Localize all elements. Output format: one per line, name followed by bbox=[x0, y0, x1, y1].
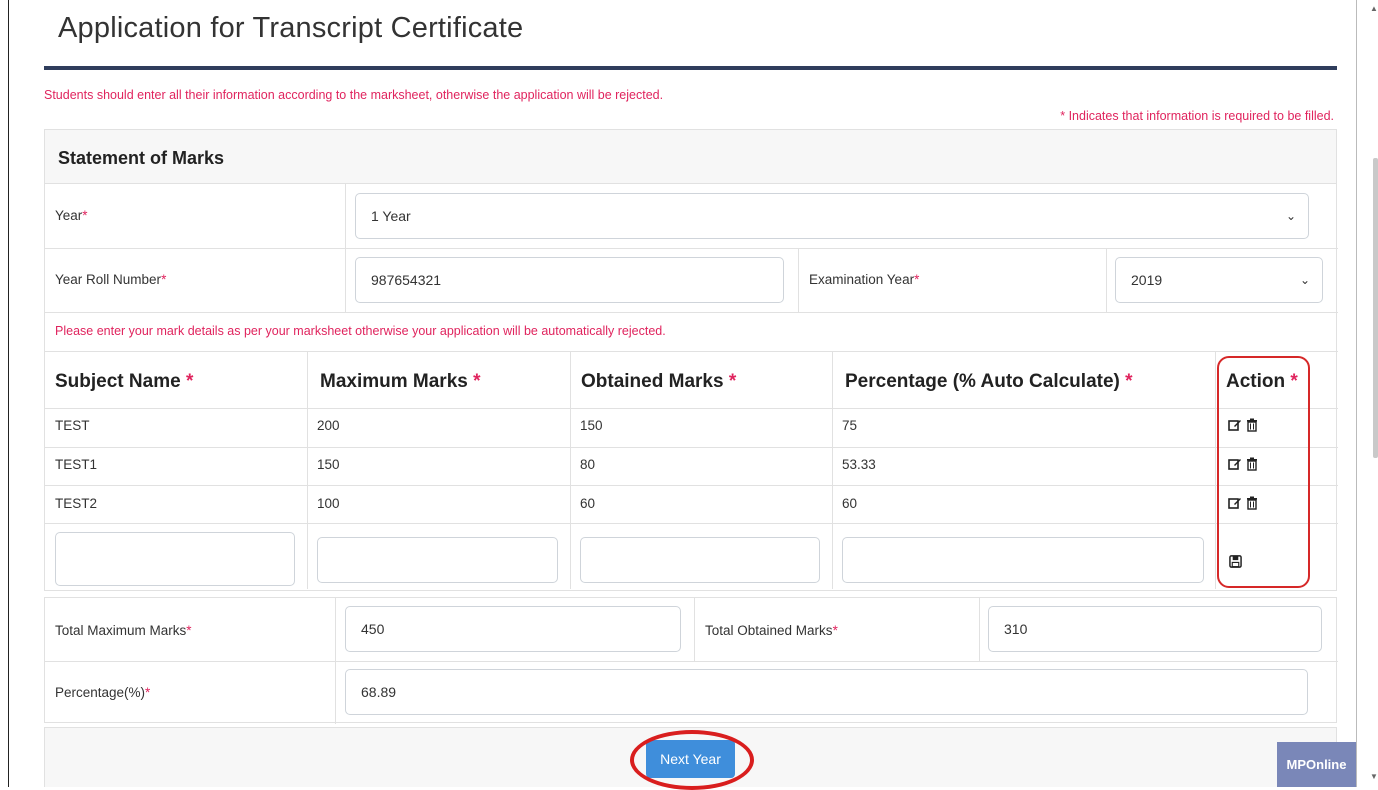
action-column-highlight bbox=[1217, 356, 1310, 588]
divider bbox=[307, 351, 308, 589]
year-select[interactable]: 1 Year ⌄ bbox=[355, 193, 1309, 239]
divider bbox=[1215, 351, 1216, 589]
total-maximum-marks-input[interactable]: 450 bbox=[345, 606, 681, 652]
percentage-label: Percentage(%)* bbox=[55, 685, 151, 700]
required-note: * Indicates that information is required… bbox=[1060, 109, 1334, 123]
chevron-down-icon: ⌄ bbox=[1285, 209, 1296, 223]
percentage-total-input[interactable]: 68.89 bbox=[345, 669, 1308, 715]
subject-cell: TEST2 bbox=[55, 496, 98, 511]
total-maximum-marks-label: Total Maximum Marks* bbox=[55, 623, 192, 638]
percentage-cell: 60 bbox=[842, 496, 858, 511]
divider bbox=[45, 312, 1338, 313]
mponline-badge[interactable]: MPOnline bbox=[1277, 742, 1356, 787]
percentage-cell: 75 bbox=[842, 418, 858, 433]
title-divider bbox=[44, 66, 1337, 70]
card-heading: Statement of Marks bbox=[45, 130, 1336, 184]
divider bbox=[979, 598, 980, 661]
divider bbox=[798, 248, 799, 312]
maximum-marks-input[interactable] bbox=[317, 537, 558, 583]
roll-number-input[interactable]: 987654321 bbox=[355, 257, 784, 303]
totals-section: Total Maximum Marks* 450 Total Obtained … bbox=[44, 597, 1338, 724]
percentage-cell: 53.33 bbox=[842, 457, 876, 472]
divider bbox=[45, 523, 1338, 524]
divider bbox=[45, 351, 1338, 352]
obtained-cell: 80 bbox=[580, 457, 596, 472]
scroll-up-icon[interactable]: ▲ bbox=[1370, 4, 1378, 13]
maximum-cell: 100 bbox=[317, 496, 340, 511]
maximum-marks-header: Maximum Marks * bbox=[320, 371, 481, 392]
divider bbox=[45, 408, 1338, 409]
total-obtained-marks-input[interactable]: 310 bbox=[988, 606, 1322, 652]
obtained-marks-header: Obtained Marks * bbox=[581, 371, 737, 392]
subject-cell: TEST1 bbox=[55, 457, 98, 472]
obtained-cell: 60 bbox=[580, 496, 596, 511]
obtained-cell: 150 bbox=[580, 418, 603, 433]
divider bbox=[45, 447, 1338, 448]
divider bbox=[45, 485, 1338, 486]
obtained-marks-input[interactable] bbox=[580, 537, 820, 583]
year-label: Year* bbox=[55, 208, 88, 223]
examination-year-select[interactable]: 2019 ⌄ bbox=[1115, 257, 1323, 303]
scrollbar-thumb[interactable] bbox=[1373, 158, 1378, 458]
divider bbox=[570, 351, 571, 589]
percentage-header: Percentage (% Auto Calculate) * bbox=[845, 371, 1133, 392]
maximum-cell: 150 bbox=[317, 457, 340, 472]
marksheet-notice: Students should enter all their informat… bbox=[44, 88, 664, 102]
divider bbox=[832, 351, 833, 589]
subject-name-header: Subject Name * bbox=[55, 371, 194, 392]
divider bbox=[45, 661, 1338, 662]
divider bbox=[345, 184, 346, 248]
subject-cell: TEST bbox=[55, 418, 90, 433]
divider bbox=[1106, 248, 1107, 312]
scroll-down-icon[interactable]: ▼ bbox=[1370, 772, 1378, 781]
roll-number-label: Year Roll Number* bbox=[55, 272, 167, 287]
page-title: Application for Transcript Certificate bbox=[58, 12, 524, 44]
percentage-input[interactable] bbox=[842, 537, 1204, 583]
next-year-highlight bbox=[630, 730, 754, 790]
divider bbox=[694, 598, 695, 661]
marks-notice: Please enter your mark details as per yo… bbox=[55, 324, 666, 338]
divider bbox=[45, 248, 1338, 249]
chevron-down-icon: ⌄ bbox=[1299, 273, 1310, 287]
page-frame-left bbox=[8, 0, 9, 787]
statement-of-marks-card: Statement of Marks Year* 1 Year ⌄ Year R… bbox=[44, 129, 1338, 591]
divider bbox=[345, 248, 346, 312]
subject-name-input[interactable] bbox=[55, 532, 295, 586]
total-obtained-marks-label: Total Obtained Marks* bbox=[705, 623, 838, 638]
examination-year-label: Examination Year* bbox=[809, 272, 920, 287]
maximum-cell: 200 bbox=[317, 418, 340, 433]
